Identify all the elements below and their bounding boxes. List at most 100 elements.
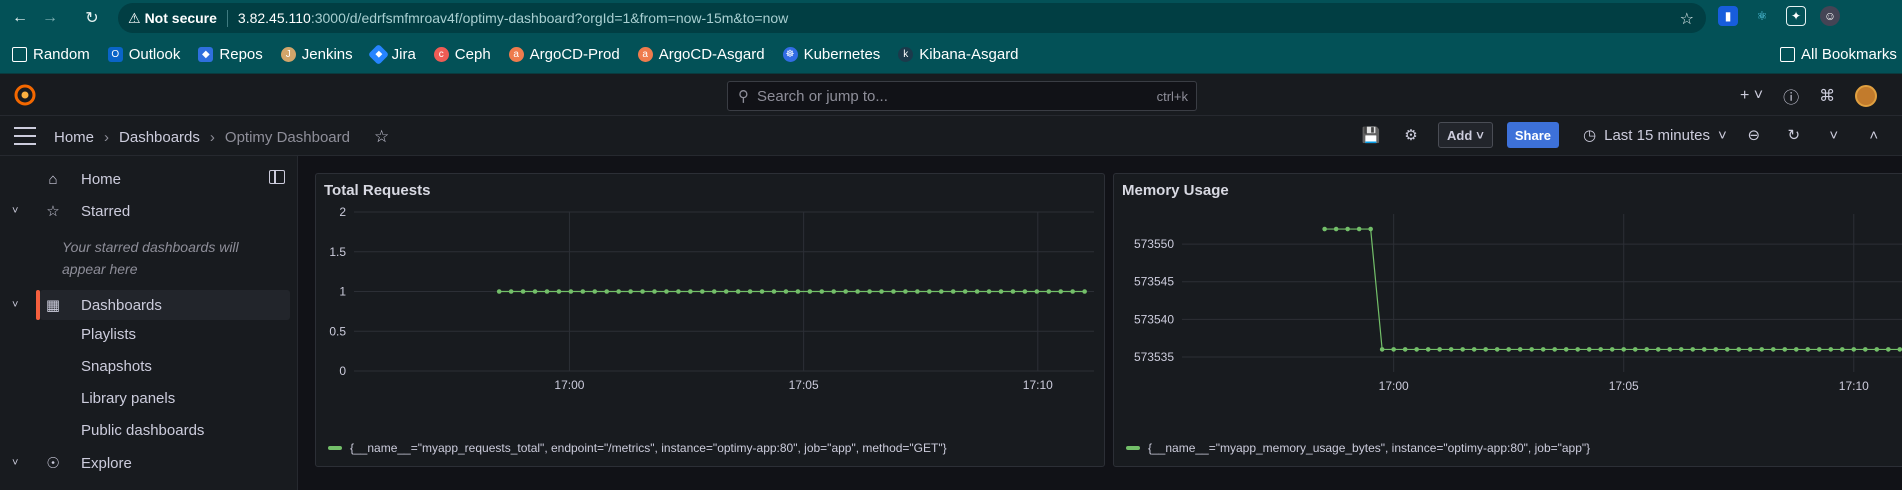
data-point bbox=[1770, 347, 1776, 352]
mark-favorite-star-icon[interactable]: ☆ bbox=[374, 127, 389, 147]
zoom-out-icon[interactable]: ⊖ bbox=[1741, 122, 1767, 148]
chevron-down-icon[interactable]: ˅ bbox=[12, 205, 18, 217]
kibana-icon: k bbox=[898, 47, 914, 62]
chart-legend[interactable]: {__name__="myapp_memory_usage_bytes", in… bbox=[1126, 441, 1590, 455]
forward-icon[interactable]: → bbox=[36, 4, 64, 32]
refresh-interval-chevron-icon[interactable]: ˅ bbox=[1821, 122, 1847, 148]
reload-icon[interactable]: ↻ bbox=[78, 4, 106, 32]
legend-swatch bbox=[1126, 446, 1140, 450]
chevron-down-icon[interactable]: ˅ bbox=[12, 457, 18, 469]
react-devtools-icon[interactable]: ⚛ bbox=[1752, 6, 1772, 26]
data-point bbox=[1022, 289, 1028, 294]
data-point bbox=[1690, 347, 1696, 352]
bookmark-outlook[interactable]: O Outlook bbox=[107, 46, 180, 63]
chevron-down-icon[interactable]: ˅ bbox=[12, 299, 18, 311]
bookmark-label: ArgoCD-Prod bbox=[529, 46, 620, 63]
y-tick-label: 0 bbox=[339, 364, 346, 378]
bookmark-kibana-asgard[interactable]: k Kibana-Asgard bbox=[898, 46, 1019, 63]
data-point bbox=[688, 289, 693, 294]
chevron-right-icon: › bbox=[209, 128, 215, 146]
bookmark-repos[interactable]: ◆ Repos bbox=[198, 46, 263, 63]
bookmark-label: ArgoCD-Asgard bbox=[658, 46, 765, 63]
breadcrumb-dashboards[interactable]: Dashboards bbox=[119, 129, 200, 146]
time-range-picker[interactable]: ◷ Last 15 minutes ˅ bbox=[1583, 126, 1727, 145]
bookmark-kubernetes[interactable]: ☸ Kubernetes bbox=[782, 46, 880, 63]
sidebar-nav: ⌂ Home ˅ ☆ Starred Your starred dashboar… bbox=[0, 156, 298, 490]
avatar[interactable] bbox=[1855, 85, 1878, 107]
repos-icon: ◆ bbox=[198, 47, 214, 62]
help-icon[interactable]: ⓘ bbox=[1783, 84, 1799, 108]
data-point bbox=[927, 289, 932, 294]
extensions-puzzle-icon[interactable]: ✦ bbox=[1786, 6, 1806, 26]
data-point bbox=[1552, 347, 1558, 352]
data-point bbox=[1010, 289, 1016, 294]
sidebar-item-public-dashboards[interactable]: Public dashboards bbox=[81, 422, 204, 439]
sidebar-item-label: Starred bbox=[81, 202, 131, 220]
bookmark-label: Repos bbox=[219, 46, 263, 63]
compass-icon: ☉ bbox=[46, 455, 60, 472]
breadcrumb-home[interactable]: Home bbox=[54, 129, 94, 146]
new-button[interactable]: + ˅ bbox=[1740, 87, 1763, 105]
not-secure-badge[interactable]: ⚠ Not secure bbox=[128, 9, 228, 27]
bookmark-ceph[interactable]: c Ceph bbox=[433, 46, 491, 63]
time-range-label: Last 15 minutes bbox=[1604, 126, 1711, 144]
bookmark-star-icon[interactable]: ☆ bbox=[1680, 9, 1694, 29]
sidebar-item-dashboards[interactable]: ˅ ▦ Dashboards bbox=[12, 290, 290, 320]
bookmark-random[interactable]: Random bbox=[12, 46, 90, 63]
data-point bbox=[807, 289, 813, 294]
sidebar-item-label: Explore bbox=[81, 454, 132, 472]
data-point bbox=[1494, 347, 1500, 352]
sidebar-item-playlists[interactable]: Playlists bbox=[81, 326, 136, 343]
breadcrumb-current: Optimy Dashboard bbox=[224, 128, 350, 146]
address-bar[interactable]: ⚠ Not secure 3.82.45.110:3000/d/edrfsmfm… bbox=[118, 3, 1706, 33]
bookmark-jira[interactable]: ■ Jira bbox=[367, 43, 416, 66]
data-point bbox=[1736, 347, 1742, 352]
news-feed-icon[interactable]: ⌘ bbox=[1819, 86, 1835, 106]
sidebar-item-home[interactable]: ⌂ Home bbox=[0, 164, 290, 194]
y-tick-label: 0.5 bbox=[329, 324, 346, 338]
data-point bbox=[1046, 289, 1052, 294]
menu-toggle-icon[interactable] bbox=[14, 127, 36, 145]
bookmark-argocd-prod[interactable]: a ArgoCD-Prod bbox=[508, 46, 620, 63]
data-point bbox=[1333, 226, 1339, 232]
breadcrumb: Home › Dashboards › Optimy Dashboard ☆ bbox=[54, 127, 389, 147]
search-input[interactable]: ⚲ Search or jump to... ctrl+k bbox=[727, 81, 1197, 111]
browser-url-bar: ← → ↻ ⚠ Not secure 3.82.45.110:3000/d/ed… bbox=[0, 0, 1902, 36]
save-icon[interactable]: 💾 bbox=[1358, 122, 1384, 148]
panel-total-requests[interactable]: Total Requests 0 0.5 1 1.5 2 17:00 17:05 17:10 … bbox=[315, 173, 1105, 467]
data-point bbox=[1713, 347, 1719, 352]
data-point bbox=[664, 289, 669, 294]
bitwarden-icon[interactable]: ▮ bbox=[1718, 6, 1738, 26]
sidebar-item-label: Dashboards bbox=[81, 296, 162, 314]
data-point bbox=[592, 289, 598, 294]
settings-gear-icon[interactable]: ⚙ bbox=[1398, 122, 1424, 148]
profile-icon[interactable]: ☺ bbox=[1820, 6, 1840, 26]
bookmark-label: Jira bbox=[391, 46, 416, 63]
data-point bbox=[652, 289, 657, 294]
back-icon[interactable]: ← bbox=[6, 4, 34, 32]
sidebar-item-snapshots[interactable]: Snapshots bbox=[81, 358, 152, 375]
collapse-chevron-up-icon[interactable]: ˄ bbox=[1861, 122, 1887, 148]
share-button[interactable]: Share bbox=[1506, 122, 1560, 148]
data-point bbox=[1529, 347, 1534, 352]
grafana-logo-icon[interactable] bbox=[14, 84, 36, 106]
search-shortcut: ctrl+k bbox=[1156, 88, 1188, 104]
data-point bbox=[1506, 347, 1511, 352]
refresh-icon[interactable]: ↻ bbox=[1781, 122, 1807, 148]
new-label: + bbox=[1740, 87, 1750, 104]
bookmark-jenkins[interactable]: J Jenkins bbox=[280, 46, 353, 63]
chart-legend[interactable]: {__name__="myapp_requests_total", endpoi… bbox=[328, 441, 947, 455]
data-point bbox=[1483, 347, 1488, 352]
sidebar-item-library-panels[interactable]: Library panels bbox=[81, 390, 175, 407]
bookmark-argocd-asgard[interactable]: a ArgoCD-Asgard bbox=[637, 46, 765, 63]
data-point bbox=[604, 289, 610, 294]
sidebar-item-explore[interactable]: ˅ ☉ Explore bbox=[0, 448, 290, 478]
all-bookmarks[interactable]: All Bookmarks bbox=[1780, 46, 1897, 63]
sidebar-item-starred[interactable]: ˅ ☆ Starred bbox=[0, 196, 290, 226]
panel-memory-usage[interactable]: Memory Usage 573535 573540 573545 573550 17:… bbox=[1113, 173, 1902, 467]
add-button[interactable]: Add ˅ bbox=[1438, 122, 1493, 148]
chevron-down-icon: ˅ bbox=[1718, 126, 1727, 144]
data-point bbox=[1839, 347, 1845, 352]
data-point bbox=[1897, 347, 1902, 352]
data-point bbox=[915, 289, 920, 294]
